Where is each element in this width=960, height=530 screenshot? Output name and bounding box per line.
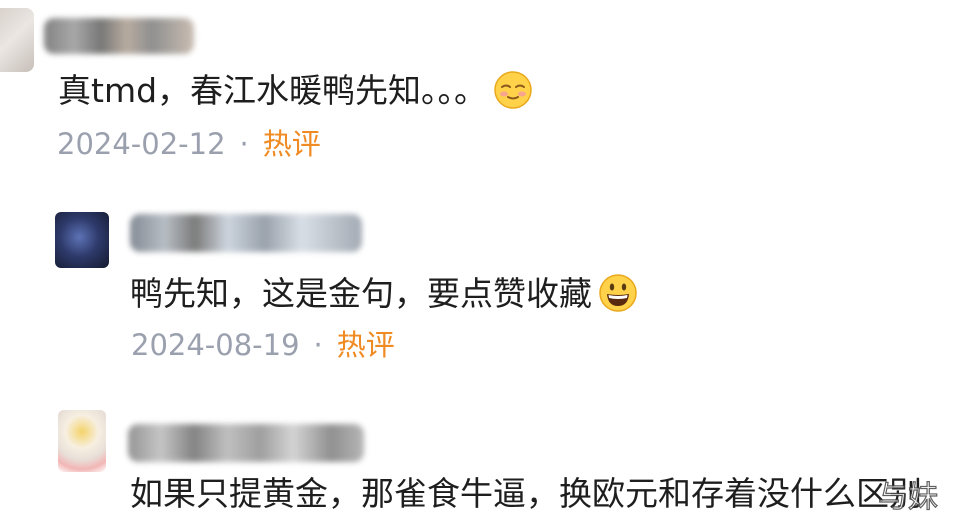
comment-text: 如果只提黄金，那雀食牛逼，换欧元和存着没什么区别 <box>130 474 922 514</box>
meta-separator: · <box>239 127 249 161</box>
hot-comment-badge[interactable]: 热评 <box>337 328 395 362</box>
avatar[interactable] <box>58 410 106 472</box>
avatar[interactable] <box>55 212 109 268</box>
grin-emoji-icon <box>599 273 637 312</box>
comment-date: 2024-02-12 <box>57 127 226 161</box>
blurred-username[interactable] <box>128 424 364 462</box>
comment-meta: 2024-02-12 · 热评 <box>57 126 321 162</box>
comment-date: 2024-08-19 <box>131 328 300 362</box>
meta-separator: · <box>313 328 323 362</box>
comment-text: 鸭先知，这是金句，要点赞收藏 <box>130 273 638 314</box>
blush-emoji-icon <box>494 70 532 109</box>
comment-body: 真tmd，春江水暖鸭先知。。。 <box>58 71 488 110</box>
avatar[interactable] <box>0 8 34 72</box>
hot-comment-badge[interactable]: 热评 <box>263 127 321 161</box>
comment-text: 真tmd，春江水暖鸭先知。。。 <box>58 70 533 111</box>
comment-body: 如果只提黄金，那雀食牛逼，换欧元和存着没什么区别 <box>130 474 922 513</box>
watermark: 与妹 <box>877 479 938 515</box>
blurred-username[interactable] <box>44 18 194 54</box>
comment-meta: 2024-08-19 · 热评 <box>131 327 395 363</box>
comment-body: 鸭先知，这是金句，要点赞收藏 <box>130 274 592 313</box>
blurred-username[interactable] <box>130 214 362 252</box>
